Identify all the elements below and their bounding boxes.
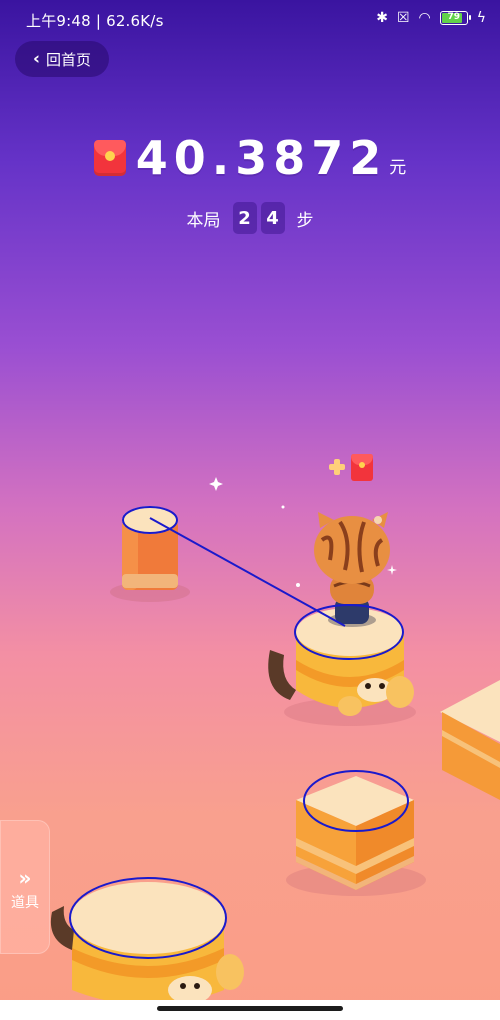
back-home-button[interactable]: ‹ 回首页 [15, 41, 109, 77]
double-chevron-right-icon: » [18, 866, 32, 890]
platform-target-small [110, 506, 190, 602]
charging-icon: ϟ [476, 10, 486, 26]
bluetooth-icon: ✱ [376, 10, 388, 26]
battery-icon: 79 [439, 11, 471, 25]
back-home-label: 回首页 [46, 50, 92, 69]
platform-square-middle [286, 776, 426, 896]
steps-suffix: 步 [296, 210, 314, 231]
step-counter: 本局 2 4 步 [0, 200, 500, 236]
score-value: 40.3872 [135, 131, 388, 185]
step-digit: 4 [260, 202, 285, 234]
plus-icon [329, 459, 345, 475]
score-display: 40.3872 元 [0, 130, 500, 186]
steps-prefix: 本局 [186, 210, 221, 231]
platform-far-right [440, 680, 500, 800]
chevron-left-icon: ‹ [32, 49, 40, 69]
status-bar: 上午9:48 | 62.6K/s ✱ ☒ ◠ 79 ϟ [0, 0, 500, 40]
bonus-red-envelope-icon [351, 454, 373, 481]
no-sim-icon: ☒ [396, 10, 410, 26]
items-label: 道具 [11, 895, 39, 911]
battery-level: 79 [447, 12, 461, 22]
red-envelope-icon [93, 140, 126, 176]
platform-tiger-front [50, 882, 244, 1005]
status-icons: ✱ ☒ ◠ 79 ϟ [376, 10, 486, 26]
score-unit: 元 [389, 157, 407, 178]
status-time-speed: 上午9:48 | 62.6K/s [26, 12, 164, 30]
items-button[interactable]: » 道具 [0, 820, 50, 954]
wifi-icon: ◠ [418, 10, 431, 26]
step-digit: 2 [232, 202, 257, 234]
home-indicator[interactable] [157, 1006, 343, 1011]
